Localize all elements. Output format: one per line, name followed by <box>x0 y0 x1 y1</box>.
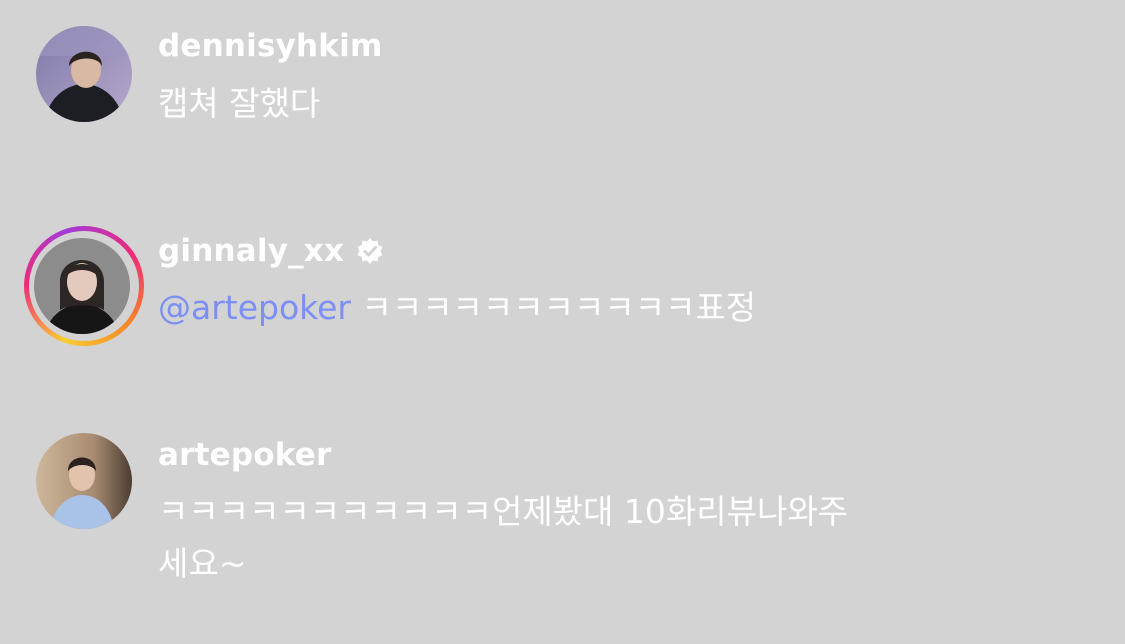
verified-badge-icon <box>357 238 383 264</box>
avatar-image <box>36 26 132 122</box>
comment-text-line: 세요~ <box>158 544 247 583</box>
avatar-image <box>34 238 130 334</box>
comment-text-line: 캡쳐 잘했다 <box>158 84 321 123</box>
username-row: dennisyhkim <box>158 26 382 66</box>
avatar[interactable] <box>36 26 132 122</box>
username-row: artepoker <box>158 435 331 475</box>
username[interactable]: ginnaly_xx <box>158 233 344 269</box>
comment-text-body: ㅋㅋㅋㅋㅋㅋㅋㅋㅋㅋㅋ표정 <box>350 288 757 327</box>
avatar[interactable] <box>36 433 132 529</box>
mention-link[interactable]: @artepoker <box>158 288 351 327</box>
username[interactable]: dennisyhkim <box>158 28 382 64</box>
comment-text-line: ㅋㅋㅋㅋㅋㅋㅋㅋㅋㅋㅋ언제봤대 10화리뷰나와주 <box>158 492 849 531</box>
username[interactable]: artepoker <box>158 437 331 473</box>
comment-text: ㅋㅋㅋㅋㅋㅋㅋㅋㅋㅋㅋ언제봤대 10화리뷰나와주 세요~ <box>158 486 848 590</box>
username-row: ginnaly_xx <box>158 231 384 271</box>
avatar-image <box>36 433 132 529</box>
comment-text: @artepoker ㅋㅋㅋㅋㅋㅋㅋㅋㅋㅋㅋ표정 <box>158 282 756 334</box>
comment-text: 캡쳐 잘했다 <box>158 78 320 130</box>
avatar[interactable] <box>34 238 130 334</box>
